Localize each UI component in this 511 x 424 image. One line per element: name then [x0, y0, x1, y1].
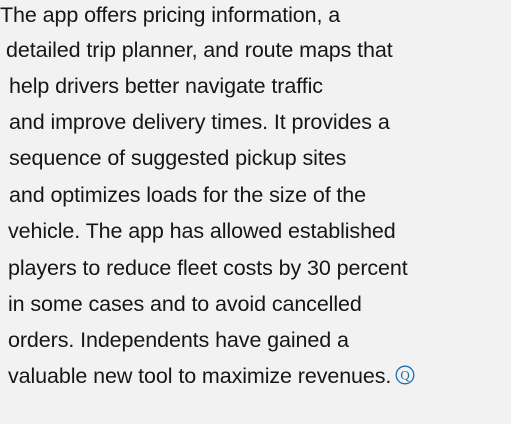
- article-line-5: sequence of suggested pickup sites: [9, 146, 347, 170]
- article-body: The app offers pricing information, a de…: [0, 0, 511, 424]
- article-line-8: players to reduce fleet costs by 30 perc…: [8, 256, 408, 280]
- article-line-6: and optimizes loads for the size of the: [9, 183, 367, 207]
- article-line-11: valuable new tool to maximize revenues. Q: [8, 362, 415, 391]
- article-line-7: vehicle. The app has allowed established: [8, 219, 396, 243]
- article-line-4: and improve delivery times. It provides …: [9, 110, 390, 134]
- article-line-11-text: valuable new tool to maximize revenues.: [8, 364, 392, 388]
- article-line-2: detailed trip planner, and route maps th…: [6, 38, 393, 62]
- article-line-1: The app offers pricing information, a: [0, 3, 341, 27]
- end-of-article-icon: Q: [395, 365, 415, 385]
- article-line-10: orders. Independents have gained a: [8, 328, 349, 352]
- article-line-9: in some cases and to avoid cancelled: [8, 292, 362, 316]
- article-line-3: help drivers better navigate traffic: [9, 74, 323, 98]
- end-of-article-letter: Q: [401, 368, 411, 383]
